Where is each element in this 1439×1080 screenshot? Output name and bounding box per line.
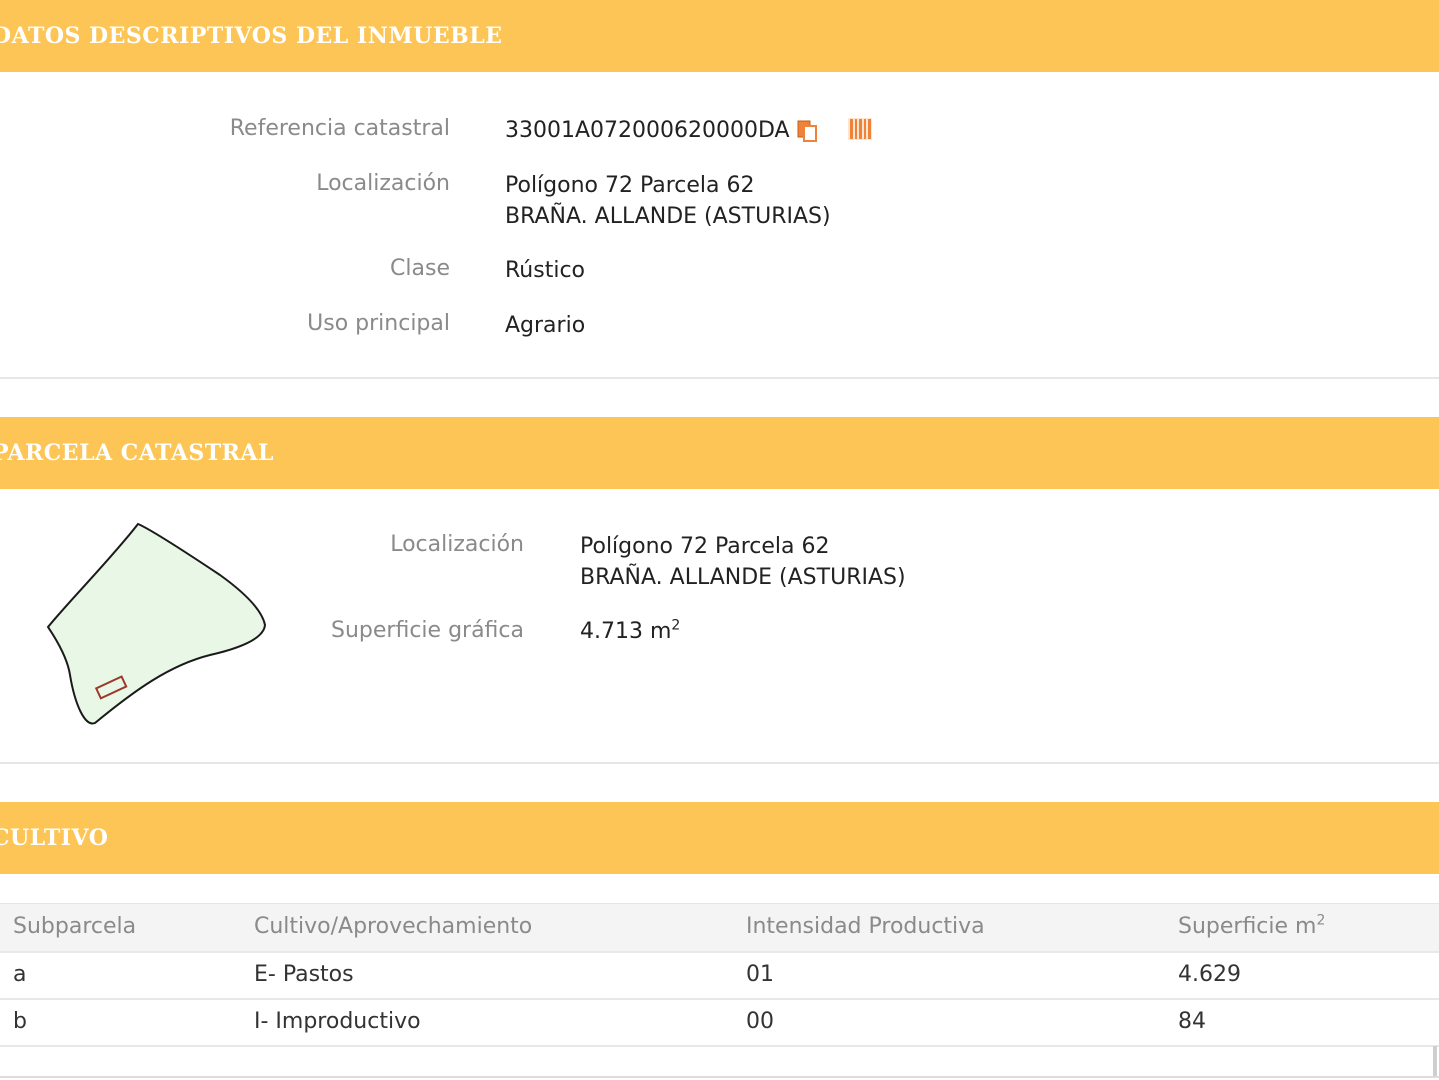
- barcode-icon[interactable]: [848, 118, 872, 140]
- col-header-intensidad: Intensidad Productiva: [746, 914, 985, 939]
- col-header-superficie-text: Superficie m: [1178, 914, 1317, 939]
- cell-superficie: 4.629: [1178, 962, 1241, 987]
- cell-intensidad: 00: [746, 1009, 774, 1034]
- section-header-cultivo: CULTIVO: [0, 802, 1439, 874]
- section-header-parcela: PARCELA CATASTRAL: [0, 417, 1439, 489]
- localizacion-line2: BRAÑA. ALLANDE (ASTURIAS): [505, 204, 831, 229]
- parcel-map[interactable]: [40, 515, 275, 735]
- superficie-grafica-label: Superficie gráfica: [331, 618, 524, 643]
- cell-subparcela: b: [13, 1009, 27, 1034]
- clase-label: Clase: [390, 256, 450, 281]
- superficie-grafica-unit-exp: 2: [671, 617, 681, 634]
- row-divider: [0, 1045, 1439, 1047]
- cell-superficie: 84: [1178, 1009, 1206, 1034]
- section-header-datos: DATOS DESCRIPTIVOS DEL INMUEBLE: [0, 0, 1439, 72]
- row-divider: [0, 998, 1439, 1000]
- referencia-label: Referencia catastral: [229, 116, 450, 141]
- referencia-value[interactable]: 33001A072000620000DA: [505, 115, 790, 146]
- cell-cultivo: I- Improductivo: [254, 1009, 421, 1034]
- parcela-localizacion-label: Localización: [390, 532, 524, 557]
- cell-intensidad: 01: [746, 962, 774, 987]
- uso-label: Uso principal: [307, 311, 450, 336]
- localizacion-line1: Polígono 72 Parcela 62: [505, 173, 755, 198]
- superficie-grafica-value: 4.713 m2: [580, 616, 680, 647]
- uso-value: Agrario: [505, 313, 586, 338]
- col-header-superficie-exp: 2: [1316, 912, 1326, 929]
- scrollbar-edge[interactable]: [1433, 1046, 1437, 1076]
- col-header-superficie: Superficie m2: [1178, 914, 1325, 939]
- localizacion-label: Localización: [316, 171, 450, 196]
- parcel-shape: [46, 522, 267, 725]
- clase-value: Rústico: [505, 258, 585, 283]
- col-header-subparcela: Subparcela: [13, 914, 137, 939]
- superficie-grafica-number: 4.713 m: [580, 619, 672, 644]
- parcela-localizacion-line1: Polígono 72 Parcela 62: [580, 534, 830, 559]
- section-title-cultivo: CULTIVO: [0, 825, 109, 851]
- parcela-localizacion-line2: BRAÑA. ALLANDE (ASTURIAS): [580, 565, 906, 590]
- cell-subparcela: a: [13, 962, 27, 987]
- col-header-cultivo: Cultivo/Aprovechamiento: [254, 914, 533, 939]
- row-divider: [0, 951, 1439, 953]
- table-bottom-border: [0, 1076, 1439, 1078]
- section-divider: [0, 377, 1439, 379]
- cell-cultivo: E- Pastos: [254, 962, 354, 987]
- section-divider: [0, 762, 1439, 764]
- section-title-datos: DATOS DESCRIPTIVOS DEL INMUEBLE: [0, 23, 503, 49]
- copy-icon[interactable]: [796, 119, 820, 143]
- section-title-parcela: PARCELA CATASTRAL: [0, 440, 274, 466]
